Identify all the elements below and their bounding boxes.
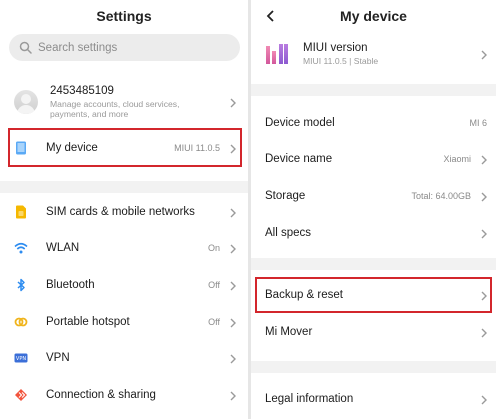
chevron-right-icon xyxy=(228,96,238,108)
hotspot-value: Off xyxy=(208,317,220,327)
my-device-title: My device xyxy=(340,8,407,24)
settings-item-connection-sharing[interactable]: Connection & sharing xyxy=(14,381,238,409)
vpn-icon: VPN xyxy=(14,351,28,365)
account-id: 2453485109 xyxy=(50,85,114,97)
settings-item-sim[interactable]: SIM cards & mobile networks xyxy=(14,198,238,226)
chevron-right-icon xyxy=(228,242,238,254)
chevron-right-icon xyxy=(228,142,238,154)
storage-value: Total: 64.00GB xyxy=(411,191,471,201)
mi-mover-label: Mi Mover xyxy=(265,326,313,338)
account-row[interactable]: 2453485109 Manage accounts, cloud servic… xyxy=(14,84,238,120)
search-bar[interactable] xyxy=(9,34,240,61)
legal-information-label: Legal information xyxy=(265,393,354,405)
chevron-right-icon xyxy=(479,190,489,202)
bluetooth-value: Off xyxy=(208,280,220,290)
sim-label: SIM cards & mobile networks xyxy=(46,206,195,218)
share-icon xyxy=(14,388,28,402)
section-separator xyxy=(251,361,496,373)
wlan-value: On xyxy=(207,243,220,253)
search-icon xyxy=(19,41,32,54)
miui-version-subtitle: MIUI 11.0.5 | Stable xyxy=(303,56,379,66)
svg-text:VPN: VPN xyxy=(16,356,26,362)
chevron-right-icon xyxy=(479,393,489,405)
phone-icon xyxy=(14,141,28,155)
all-specs-row[interactable]: All specs xyxy=(265,219,489,247)
settings-panel: Settings 2453485109 Manage accounts, clo… xyxy=(0,0,248,419)
device-name-label: Device name xyxy=(265,153,333,165)
wifi-icon xyxy=(14,241,28,255)
my-device-label: My device xyxy=(46,141,98,154)
miui-version-title: MIUI version xyxy=(303,42,368,54)
chevron-right-icon xyxy=(479,48,489,60)
my-device-panel: My device MIUI version MIUI 11.0.5 | Sta… xyxy=(251,0,496,419)
hotspot-icon xyxy=(14,315,28,329)
chevron-right-icon xyxy=(479,289,489,301)
chevron-right-icon xyxy=(479,326,489,338)
device-name-row[interactable]: Device name Xiaomi xyxy=(265,145,489,173)
device-name-value: Xiaomi xyxy=(443,154,471,164)
settings-item-bluetooth[interactable]: Bluetooth Off xyxy=(14,271,238,299)
miui-logo-icon xyxy=(265,43,289,65)
miui-version-row[interactable]: MIUI version MIUI 11.0.5 | Stable xyxy=(265,40,489,68)
section-separator xyxy=(251,258,496,270)
search-input[interactable] xyxy=(38,41,228,54)
storage-row[interactable]: Storage Total: 64.00GB xyxy=(265,182,489,210)
bluetooth-icon xyxy=(14,278,28,292)
settings-title: Settings xyxy=(96,8,152,24)
device-model-row[interactable]: Device model MI 6 xyxy=(265,109,489,137)
my-device-row[interactable]: My device MIUI 11.0.5 xyxy=(14,132,238,163)
storage-label: Storage xyxy=(265,190,306,202)
legal-information-row[interactable]: Legal information xyxy=(265,385,489,413)
chevron-right-icon xyxy=(479,227,489,239)
chevron-right-icon xyxy=(228,316,238,328)
hotspot-label: Portable hotspot xyxy=(46,316,130,328)
avatar xyxy=(14,90,38,114)
settings-item-wlan[interactable]: WLAN On xyxy=(14,234,238,262)
backup-reset-row[interactable]: Backup & reset xyxy=(265,281,489,309)
my-device-value: MIUI 11.0.5 xyxy=(174,142,220,153)
all-specs-label: All specs xyxy=(265,227,312,239)
device-model-label: Device model xyxy=(265,117,335,129)
chevron-right-icon xyxy=(228,389,238,401)
chevron-right-icon xyxy=(228,352,238,364)
section-separator xyxy=(0,181,248,193)
chevron-right-icon xyxy=(228,279,238,291)
device-model-value: MI 6 xyxy=(469,118,487,128)
vpn-label: VPN xyxy=(46,352,70,364)
bluetooth-label: Bluetooth xyxy=(46,279,95,291)
sim-icon xyxy=(14,205,28,219)
settings-item-hotspot[interactable]: Portable hotspot Off xyxy=(14,308,238,336)
wlan-label: WLAN xyxy=(46,242,80,254)
backup-reset-label: Backup & reset xyxy=(265,289,343,301)
settings-item-vpn[interactable]: VPN VPN xyxy=(14,344,238,372)
chevron-right-icon xyxy=(479,153,489,165)
mi-mover-row[interactable]: Mi Mover xyxy=(265,318,489,346)
section-separator xyxy=(251,84,496,96)
account-subtitle: Manage accounts, cloud services, payment… xyxy=(50,99,180,119)
connection-sharing-label: Connection & sharing xyxy=(46,389,156,401)
chevron-right-icon xyxy=(228,206,238,218)
